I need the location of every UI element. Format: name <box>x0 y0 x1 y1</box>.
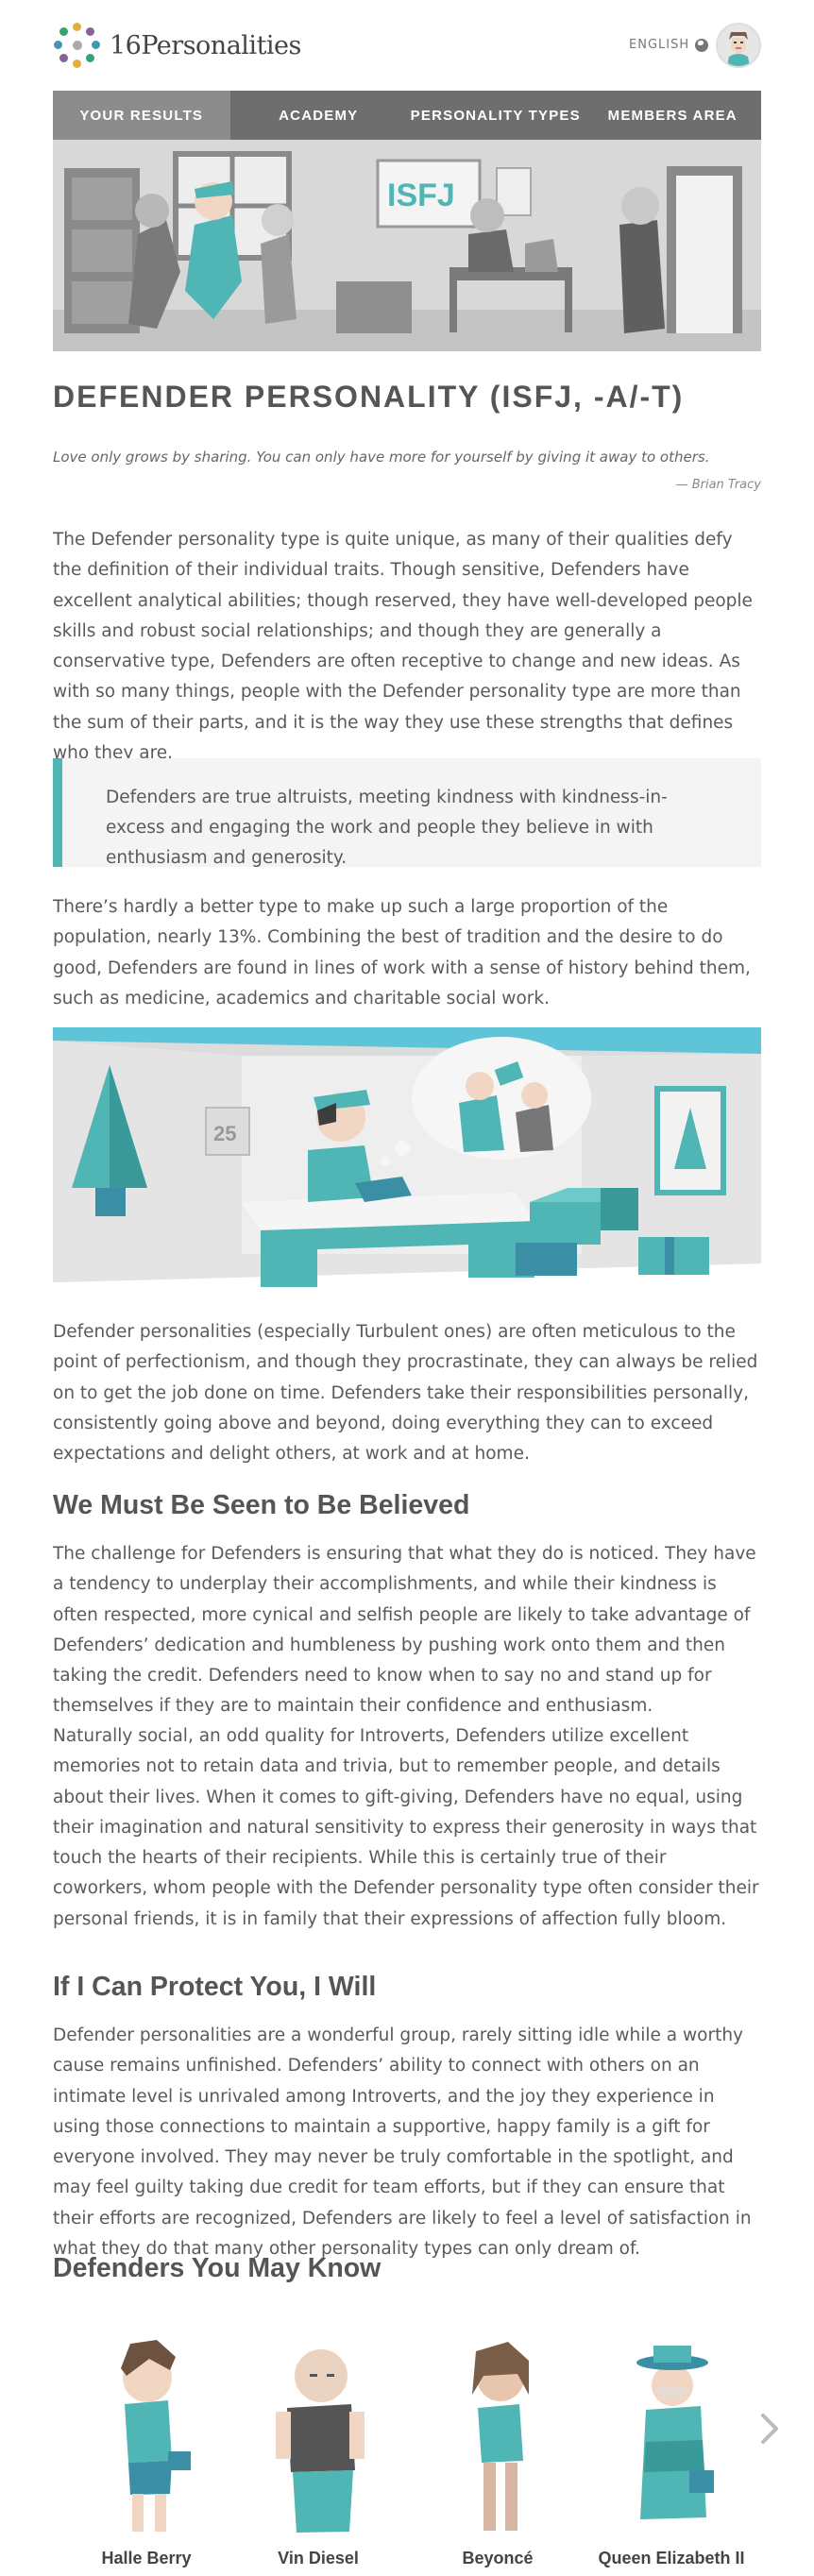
language-selector[interactable]: ENGLISH <box>629 38 709 52</box>
famous-person-card[interactable]: Beyoncé <box>417 2329 578 2576</box>
body-paragraph-4: The challenge for Defenders is ensuring … <box>53 1544 756 1717</box>
quote-text: Love only grows by sharing. You can only… <box>53 449 710 466</box>
hero-illustration: ISFJ <box>53 140 761 351</box>
body-paragraph-5: Naturally social, an odd quality for Int… <box>53 1726 759 1929</box>
famous-person-name: Halle Berry <box>101 2549 192 2568</box>
nav-personality-types[interactable]: PERSONALITY TYPES <box>407 91 585 140</box>
section-heading-protect: If I Can Protect You, I Will <box>53 1972 377 2002</box>
calendar-date: 25 <box>213 1122 236 1145</box>
famous-person-card[interactable]: Queen Elizabeth II <box>591 2329 752 2576</box>
callout-box: Defenders are true altruists, meeting ki… <box>53 758 761 868</box>
famous-defenders-carousel: Halle Berry Vin Diesel Beyoncé Queen Eli… <box>53 2329 761 2576</box>
intro-paragraph: The Defender personality type is quite u… <box>53 530 753 764</box>
body-paragraph-2: There’s hardly a better type to make up … <box>53 897 751 1008</box>
nav-academy[interactable]: ACADEMY <box>230 91 408 140</box>
famous-person-name: Beyoncé <box>462 2549 534 2568</box>
vin-diesel-illustration <box>276 2349 365 2533</box>
callout-text: Defenders are true altruists, meeting ki… <box>106 788 668 868</box>
famous-person-card[interactable]: Halle Berry <box>66 2329 227 2576</box>
halle-berry-illustration <box>121 2340 191 2532</box>
logo-text: 16Personalities <box>110 30 301 60</box>
famous-person-name: Vin Diesel <box>278 2549 359 2568</box>
section-heading-seen: We Must Be Seen to Be Believed <box>53 1490 470 1520</box>
main-nav: YOUR RESULTS ACADEMY PERSONALITY TYPES M… <box>53 91 761 140</box>
logo-icon <box>53 21 102 70</box>
isfj-sign-text: ISFJ <box>387 178 455 213</box>
site-logo[interactable]: 16Personalities <box>53 21 301 70</box>
queen-elizabeth-illustration <box>636 2346 714 2519</box>
language-label: ENGLISH <box>629 38 690 52</box>
page-title: DEFENDER PERSONALITY (ISFJ, -A/-T) <box>53 380 685 414</box>
section-heading-know: Defenders You May Know <box>53 2253 382 2283</box>
nav-your-results[interactable]: YOUR RESULTS <box>53 91 230 140</box>
site-header: 16Personalities ENGLISH <box>0 0 814 91</box>
beyonce-illustration <box>472 2342 529 2531</box>
defender-office-illustration: 25 <box>53 1027 761 1301</box>
body-paragraph-3: Defender personalities (especially Turbu… <box>53 1322 758 1465</box>
famous-person-name: Queen Elizabeth II <box>598 2549 745 2568</box>
body-paragraph-6: Defender personalities are a wonderful g… <box>53 2025 752 2260</box>
famous-person-card[interactable]: Vin Diesel <box>238 2329 399 2576</box>
carousel-next-arrow-icon[interactable] <box>755 2410 784 2448</box>
quote-author: — Brian Tracy <box>675 478 761 492</box>
nav-members-area[interactable]: MEMBERS AREA <box>585 91 762 140</box>
user-avatar-icon[interactable] <box>716 23 761 68</box>
globe-icon <box>695 38 709 52</box>
